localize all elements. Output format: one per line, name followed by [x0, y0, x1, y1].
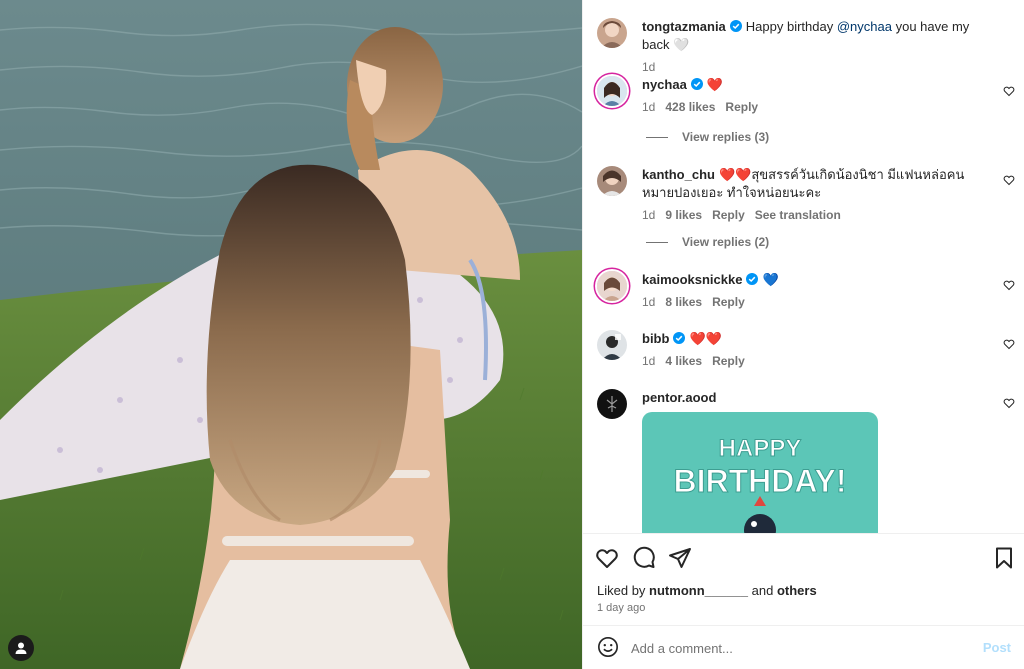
- comment-meta: 1d 4 likes Reply: [642, 352, 985, 370]
- caption-mention-link[interactable]: @nychaa: [837, 19, 892, 34]
- comment-likes[interactable]: 428 likes: [665, 100, 715, 114]
- caption-meta: 1d: [642, 58, 985, 76]
- avatar[interactable]: [597, 271, 627, 301]
- comment-time: 1d: [642, 295, 656, 309]
- liked-by-middle: and: [748, 583, 777, 598]
- comments-list[interactable]: tongtazmania Happy birthday @nychaa you h…: [583, 0, 1024, 533]
- add-comment-bar: Post: [583, 625, 1024, 669]
- comment-meta: 1d 428 likes Reply: [642, 98, 985, 116]
- caption-body: tongtazmania Happy birthday @nychaa you h…: [642, 18, 985, 76]
- comment-username[interactable]: kantho_chu: [642, 167, 715, 182]
- photo-illustration: [0, 0, 582, 669]
- bookmark-icon[interactable]: [992, 546, 1016, 570]
- view-replies-button[interactable]: View replies (2): [646, 235, 769, 249]
- avatar[interactable]: [597, 389, 627, 419]
- comment-text: ❤️: [706, 77, 723, 92]
- verified-icon: [746, 273, 759, 285]
- caption-username[interactable]: tongtazmania: [642, 19, 726, 34]
- see-translation-button[interactable]: See translation: [755, 208, 841, 222]
- comment-username[interactable]: pentor.aood: [642, 390, 716, 405]
- comment-body: pentor.aood: [642, 389, 985, 407]
- view-replies-label: View replies (2): [682, 235, 770, 249]
- post-age[interactable]: 1 day ago: [597, 602, 645, 614]
- comment-likes[interactable]: 8 likes: [665, 295, 702, 309]
- comment-username[interactable]: bibb: [642, 331, 669, 346]
- comment-likes[interactable]: 4 likes: [665, 354, 702, 368]
- reply-button[interactable]: Reply: [712, 354, 745, 368]
- reply-button[interactable]: Reply: [725, 100, 758, 114]
- post-actions: Liked by nutmonn______ and others 1 day …: [583, 533, 1024, 623]
- share-icon[interactable]: [668, 546, 692, 570]
- heart-icon[interactable]: [1003, 338, 1015, 350]
- comment-body: kantho_chu ❤️❤️สุขสรรค์วันเกิดน้องนิชา มี…: [642, 166, 985, 224]
- liked-by-others[interactable]: others: [777, 583, 817, 598]
- heart-icon[interactable]: [1003, 174, 1015, 186]
- tagged-users-button[interactable]: [8, 635, 34, 661]
- replies-divider: [646, 241, 668, 243]
- comment-text: 💙: [762, 272, 779, 287]
- replies-divider: [646, 136, 668, 138]
- liked-by-prefix: Liked by: [597, 583, 650, 598]
- comment-time: 1d: [642, 100, 656, 114]
- like-heart-icon[interactable]: [595, 546, 619, 570]
- comment-body: kaimooksnickke 💙 1d 8 likes Reply: [642, 271, 985, 311]
- birthday-gif-art: HAPPY BIRTHDAY!: [673, 435, 847, 533]
- comment-icon[interactable]: [632, 546, 656, 570]
- comment-body: bibb ❤️❤️ 1d 4 likes Reply: [642, 330, 985, 370]
- avatar[interactable]: [597, 76, 627, 106]
- avatar[interactable]: [597, 166, 627, 196]
- liked-by: Liked by nutmonn______ and others: [597, 583, 817, 598]
- comment-likes[interactable]: 9 likes: [665, 208, 702, 222]
- emoji-icon[interactable]: [597, 636, 619, 658]
- comment-time: 1d: [642, 208, 656, 222]
- user-tag-icon: [15, 642, 27, 654]
- comment-text: ❤️❤️: [689, 331, 722, 346]
- heart-icon[interactable]: [1003, 397, 1015, 409]
- heart-icon[interactable]: [1003, 85, 1015, 97]
- post-side-panel: tongtazmania Happy birthday @nychaa you h…: [582, 0, 1024, 669]
- comment-time: 1d: [642, 354, 656, 368]
- comment-username[interactable]: nychaa: [642, 77, 687, 92]
- post-photo[interactable]: [0, 0, 582, 669]
- gif-line-2: BIRTHDAY!: [673, 463, 846, 499]
- liked-by-user[interactable]: nutmonn______: [649, 583, 748, 598]
- avatar[interactable]: [597, 330, 627, 360]
- caption-text-start: Happy birthday: [745, 19, 837, 34]
- post-comment-button[interactable]: Post: [983, 640, 1011, 655]
- add-comment-input[interactable]: [631, 634, 961, 662]
- comment-body: nychaa ❤️ 1d 428 likes Reply: [642, 76, 985, 116]
- birthday-gif[interactable]: HAPPY BIRTHDAY!: [642, 412, 878, 533]
- comment-username[interactable]: kaimooksnickke: [642, 272, 742, 287]
- caption-time: 1d: [642, 60, 656, 74]
- comment-meta: 1d 9 likes Reply See translation: [642, 206, 985, 224]
- heart-icon[interactable]: [1003, 279, 1015, 291]
- gif-line-1: HAPPY: [719, 435, 802, 462]
- reply-button[interactable]: Reply: [712, 208, 745, 222]
- verified-icon: [673, 332, 686, 344]
- avatar[interactable]: [597, 18, 627, 48]
- view-replies-button[interactable]: View replies (3): [646, 130, 769, 144]
- view-replies-label: View replies (3): [682, 130, 770, 144]
- verified-icon: [690, 78, 703, 90]
- reply-button[interactable]: Reply: [712, 295, 745, 309]
- verified-icon: [729, 20, 742, 32]
- comment-meta: 1d 8 likes Reply: [642, 293, 985, 311]
